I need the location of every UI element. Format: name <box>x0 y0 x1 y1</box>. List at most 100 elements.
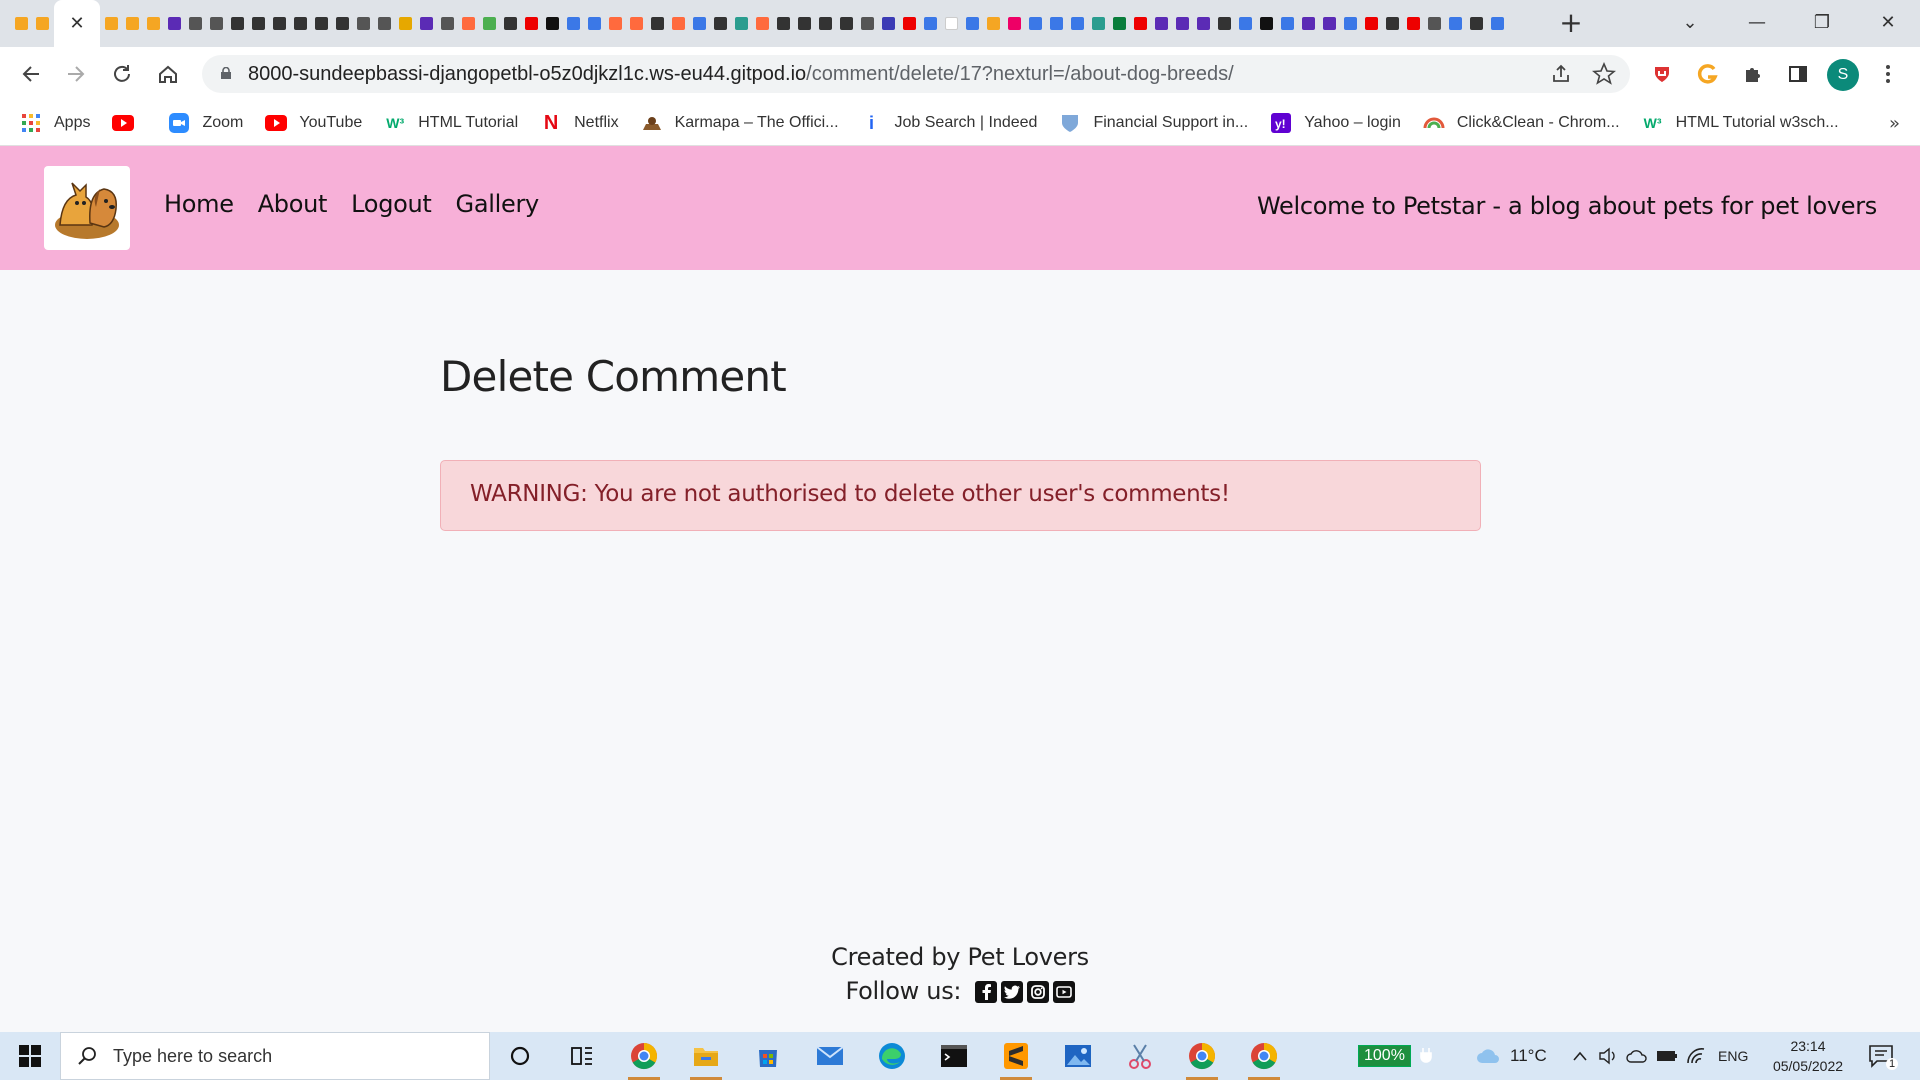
file-explorer-icon[interactable] <box>680 1032 732 1080</box>
bookmark-karmapa[interactable]: Karmapa – The Offici... <box>641 114 839 132</box>
tab-search-chevron-icon[interactable]: ⌄ <box>1660 0 1720 44</box>
tab-favicon[interactable] <box>1362 14 1381 33</box>
tab-favicon[interactable] <box>228 14 247 33</box>
tab-favicon[interactable] <box>1236 14 1255 33</box>
tab-favicon[interactable] <box>858 14 877 33</box>
battery-indicator[interactable]: 100% <box>1358 1032 1433 1080</box>
restore-button[interactable]: ❐ <box>1792 0 1852 44</box>
close-window-button[interactable]: ✕ <box>1858 0 1918 44</box>
bookmark-yahoo[interactable]: y! Yahoo – login <box>1270 113 1401 133</box>
chrome-taskbar-icon-3[interactable] <box>1238 1032 1290 1080</box>
forward-arrow-icon[interactable] <box>59 57 93 91</box>
tab-favicon[interactable] <box>1446 14 1465 33</box>
bookmark-apps[interactable]: Apps <box>20 114 90 132</box>
new-tab-button[interactable]: + <box>1556 8 1586 38</box>
tab-favicon[interactable] <box>669 14 688 33</box>
reload-icon[interactable] <box>105 57 139 91</box>
twitter-icon[interactable] <box>1000 981 1023 1003</box>
bookmark-click-clean[interactable]: Click&Clean - Chrom... <box>1423 114 1620 132</box>
tab-favicon[interactable] <box>333 14 352 33</box>
tab-favicon[interactable] <box>1131 14 1150 33</box>
photos-icon[interactable] <box>1052 1032 1104 1080</box>
tab-favicon[interactable] <box>1026 14 1045 33</box>
tab-favicon[interactable] <box>522 14 541 33</box>
chrome-taskbar-icon-2[interactable] <box>1176 1032 1228 1080</box>
tab-favicon[interactable] <box>291 14 310 33</box>
edge-icon[interactable] <box>866 1032 918 1080</box>
tab-favicon[interactable] <box>1173 14 1192 33</box>
tab-favicon[interactable] <box>690 14 709 33</box>
tab-favicon[interactable] <box>585 14 604 33</box>
tab-favicon[interactable] <box>732 14 751 33</box>
task-view-icon[interactable] <box>556 1032 608 1080</box>
chrome-taskbar-icon[interactable] <box>618 1032 670 1080</box>
onedrive-icon[interactable] <box>1626 1048 1648 1064</box>
tab-favicon[interactable] <box>900 14 919 33</box>
volume-icon[interactable] <box>1598 1047 1618 1065</box>
sublime-text-icon[interactable] <box>990 1032 1042 1080</box>
profile-avatar[interactable]: S <box>1827 59 1859 91</box>
extensions-puzzle-icon[interactable] <box>1737 58 1769 90</box>
bookmark-zoom[interactable]: Zoom <box>168 113 243 133</box>
tab-favicon[interactable] <box>1110 14 1129 33</box>
nav-logout-link[interactable]: Logout <box>351 190 432 218</box>
tab-favicon[interactable] <box>480 14 499 33</box>
bookmark-financial-support[interactable]: Financial Support in... <box>1059 114 1248 132</box>
bookmark-netflix[interactable]: N Netflix <box>540 112 619 134</box>
tab-favicon[interactable] <box>795 14 814 33</box>
tab-favicon[interactable] <box>1383 14 1402 33</box>
extension-shield-icon[interactable] <box>1646 58 1678 90</box>
tab-favicon[interactable] <box>921 14 940 33</box>
snipping-tool-icon[interactable] <box>1114 1032 1166 1080</box>
battery-icon[interactable] <box>1656 1049 1678 1063</box>
tab-favicon[interactable] <box>648 14 667 33</box>
notifications-button[interactable]: 1 <box>1868 1032 1906 1080</box>
tab-favicon[interactable] <box>1257 14 1276 33</box>
tab-favicon[interactable] <box>33 14 52 33</box>
wifi-icon[interactable] <box>1686 1047 1706 1065</box>
tab-favicon[interactable] <box>1467 14 1486 33</box>
tab-favicon[interactable] <box>1320 14 1339 33</box>
tab-favicon[interactable] <box>12 14 31 33</box>
bookmark-html-tutorial-w3schools[interactable]: W³ HTML Tutorial w3sch... <box>1642 114 1839 132</box>
system-clock[interactable]: 23:14 05/05/2022 <box>1760 1036 1856 1076</box>
tab-favicon[interactable] <box>501 14 520 33</box>
tab-favicon[interactable] <box>1005 14 1024 33</box>
facebook-icon[interactable] <box>974 981 997 1003</box>
bookmark-html-tutorial[interactable]: W³ HTML Tutorial <box>384 114 518 132</box>
tab-favicon[interactable] <box>1278 14 1297 33</box>
terminal-icon[interactable] <box>928 1032 980 1080</box>
tab-favicon[interactable] <box>249 14 268 33</box>
bookmark-youtube-icon-only[interactable] <box>112 114 146 132</box>
tab-favicon[interactable] <box>1047 14 1066 33</box>
bookmark-star-icon[interactable] <box>1591 61 1617 90</box>
minimize-button[interactable]: — <box>1727 0 1787 44</box>
tab-favicon[interactable] <box>1068 14 1087 33</box>
tab-favicon[interactable] <box>270 14 289 33</box>
tab-favicon[interactable] <box>984 14 1003 33</box>
tab-favicon[interactable] <box>1425 14 1444 33</box>
tab-favicon[interactable] <box>543 14 562 33</box>
bookmark-youtube[interactable]: YouTube <box>265 114 362 132</box>
tab-favicon[interactable] <box>438 14 457 33</box>
tab-favicon[interactable] <box>606 14 625 33</box>
tab-favicon[interactable] <box>564 14 583 33</box>
extension-g-icon[interactable] <box>1692 58 1724 90</box>
address-bar[interactable]: 8000-sundeepbassi-djangopetbl-o5z0djkzl1… <box>202 55 1630 93</box>
tab-favicon[interactable] <box>1215 14 1234 33</box>
tab-favicon[interactable] <box>396 14 415 33</box>
nav-about-link[interactable]: About <box>258 190 328 218</box>
chevron-up-icon[interactable] <box>1572 1050 1588 1062</box>
language-indicator[interactable]: ENG <box>1718 1048 1748 1064</box>
windows-start-button[interactable] <box>0 1032 60 1080</box>
tab-favicon[interactable] <box>816 14 835 33</box>
tab-favicon[interactable] <box>417 14 436 33</box>
instagram-icon[interactable] <box>1026 981 1049 1003</box>
tab-favicon[interactable] <box>1152 14 1171 33</box>
nav-home-link[interactable]: Home <box>164 190 234 218</box>
tab-favicon[interactable] <box>1089 14 1108 33</box>
tab-favicon[interactable] <box>879 14 898 33</box>
tab-favicon[interactable] <box>942 14 961 33</box>
tab-favicon[interactable] <box>375 14 394 33</box>
tab-favicon[interactable] <box>753 14 772 33</box>
